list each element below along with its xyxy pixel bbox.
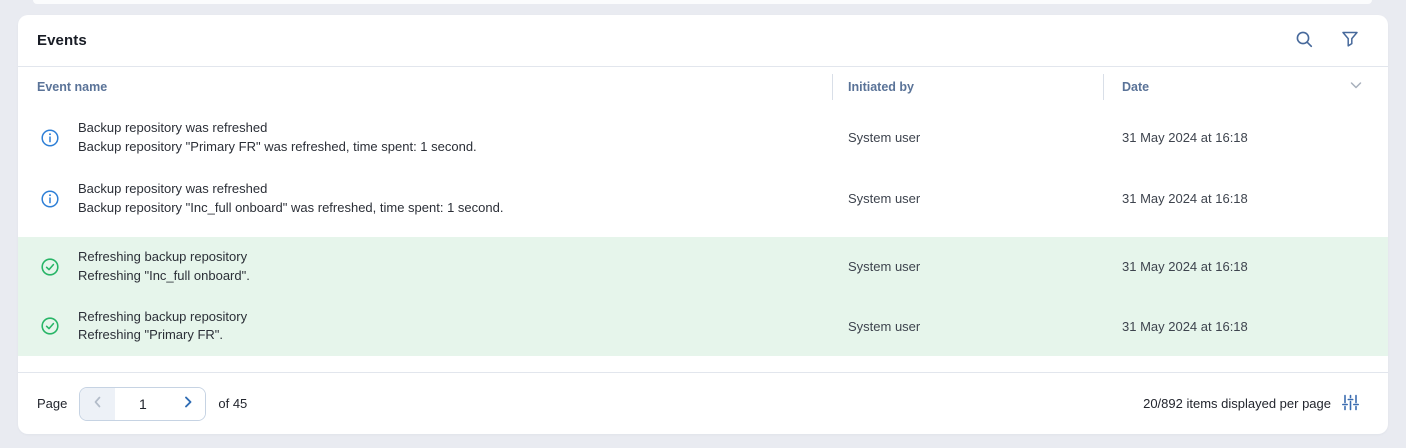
- event-description: Refreshing "Inc_full onboard".: [78, 267, 250, 286]
- initiated-by-cell: System user: [848, 191, 920, 206]
- items-per-page-area: 20/892 items displayed per page: [1143, 394, 1360, 414]
- date-cell: 31 May 2024 at 16:18: [1122, 191, 1248, 206]
- chevron-left-icon: [90, 394, 106, 413]
- column-header-date[interactable]: Date: [1103, 67, 1388, 107]
- event-title: Refreshing backup repository: [78, 308, 247, 327]
- info-circle-icon: [41, 129, 59, 147]
- sliders-icon: [1342, 394, 1359, 414]
- event-title: Backup repository was refreshed: [78, 119, 477, 138]
- page-title: Events: [37, 32, 87, 49]
- chevron-right-icon: [180, 394, 196, 413]
- date-cell: 31 May 2024 at 16:18: [1122, 259, 1248, 274]
- items-summary: 20/892 items displayed per page: [1143, 396, 1331, 411]
- event-description: Backup repository "Inc_full onboard" was…: [78, 199, 503, 218]
- chevron-down-icon[interactable]: [1348, 77, 1364, 98]
- table-row[interactable]: Refreshing backup repository Refreshing …: [18, 237, 1388, 297]
- event-title: Refreshing backup repository: [78, 248, 250, 267]
- column-header-initiated-by[interactable]: Initiated by: [832, 67, 1103, 107]
- search-icon: [1295, 30, 1314, 52]
- event-rows: Backup repository was refreshed Backup r…: [18, 107, 1388, 356]
- initiated-by-cell: System user: [848, 259, 920, 274]
- initiated-by-cell: System user: [848, 130, 920, 145]
- filter-button[interactable]: [1340, 31, 1360, 51]
- filter-funnel-icon: [1341, 30, 1359, 51]
- check-circle-icon: [41, 317, 59, 335]
- events-panel: Events Event name: [18, 15, 1388, 434]
- current-page-value[interactable]: 1: [115, 388, 170, 420]
- event-description: Backup repository "Primary FR" was refre…: [78, 138, 477, 157]
- date-cell: 31 May 2024 at 16:18: [1122, 130, 1248, 145]
- items-per-page-button[interactable]: [1340, 394, 1360, 414]
- panel-actions: [1294, 31, 1360, 51]
- pagination-bar: Page 1 of 45 20/892 items displaye: [18, 372, 1388, 434]
- info-circle-icon: [41, 190, 59, 208]
- table-row[interactable]: Backup repository was refreshed Backup r…: [18, 168, 1388, 229]
- column-header-label: Event name: [37, 80, 107, 94]
- check-circle-icon: [41, 258, 59, 276]
- event-description: Refreshing "Primary FR".: [78, 326, 247, 345]
- table-row[interactable]: Refreshing backup repository Refreshing …: [18, 297, 1388, 357]
- search-button[interactable]: [1294, 31, 1314, 51]
- table-row[interactable]: Backup repository was refreshed Backup r…: [18, 107, 1388, 168]
- column-header-event-name[interactable]: Event name: [18, 67, 832, 107]
- page-label: Page: [37, 396, 67, 411]
- column-header-label: Initiated by: [848, 80, 914, 94]
- event-title: Backup repository was refreshed: [78, 180, 503, 199]
- date-cell: 31 May 2024 at 16:18: [1122, 319, 1248, 334]
- total-pages-label: of 45: [218, 396, 247, 411]
- previous-card-edge: [33, 0, 1372, 4]
- table-header-row: Event name Initiated by Date: [18, 67, 1388, 107]
- panel-header: Events: [18, 15, 1388, 67]
- page-stepper: 1: [79, 387, 206, 421]
- initiated-by-cell: System user: [848, 319, 920, 334]
- previous-page-button[interactable]: [80, 388, 115, 420]
- next-page-button[interactable]: [170, 388, 205, 420]
- highlighted-rows-group: Refreshing backup repository Refreshing …: [18, 237, 1388, 356]
- column-header-label: Date: [1122, 80, 1149, 94]
